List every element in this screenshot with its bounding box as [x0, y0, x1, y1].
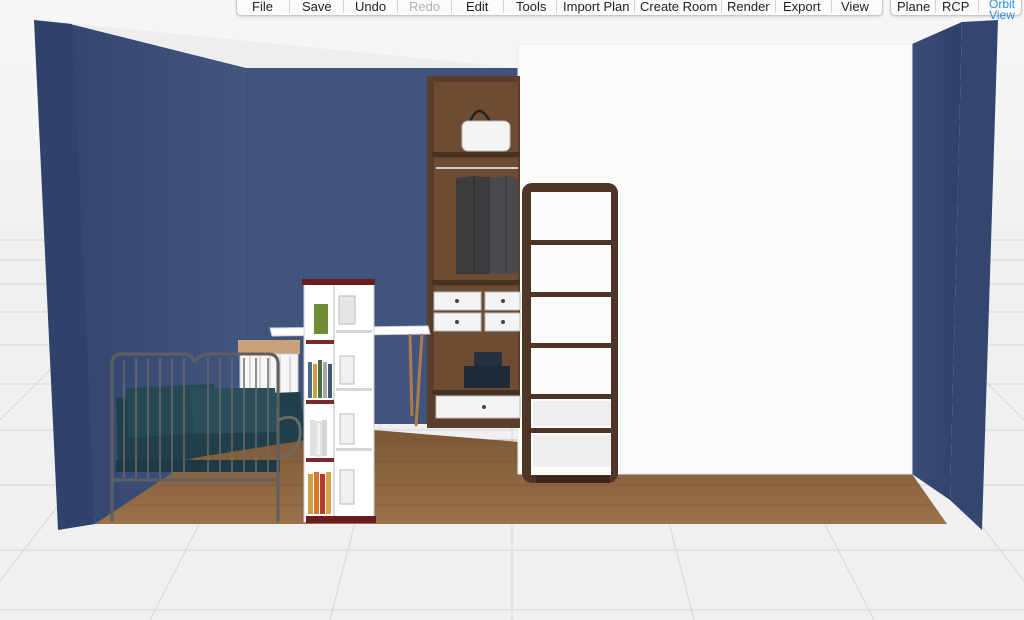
- toolbar-divider: [451, 0, 452, 13]
- toolbar-divider: [634, 0, 635, 13]
- save-button[interactable]: Save: [302, 0, 332, 14]
- export-button[interactable]: Export: [783, 0, 821, 14]
- render-button[interactable]: Render: [727, 0, 770, 14]
- main-toolbar: File Save Undo Redo Edit Tools Import Pl…: [236, 0, 883, 16]
- edit-menu[interactable]: Edit: [466, 0, 488, 14]
- viewbar-divider: [978, 0, 979, 13]
- view-menu[interactable]: View: [841, 0, 869, 14]
- toolbar-divider: [397, 0, 398, 13]
- file-menu[interactable]: File: [252, 0, 273, 14]
- hanging-coats: [456, 176, 518, 274]
- ladder-shelf[interactable]: [522, 183, 618, 483]
- toolbar-divider: [775, 0, 776, 13]
- toolbar-divider: [721, 0, 722, 13]
- redo-button[interactable]: Redo: [409, 0, 440, 14]
- tools-menu[interactable]: Tools: [516, 0, 546, 14]
- rcp-view-button[interactable]: RCP: [942, 0, 969, 14]
- toolbar-divider: [556, 0, 557, 13]
- toolbar-divider: [831, 0, 832, 13]
- orbit-view-button[interactable]: Orbit View: [985, 0, 1019, 21]
- room-3d-viewport[interactable]: [0, 0, 1024, 620]
- desk-chair[interactable]: [238, 340, 300, 395]
- import-plan-button[interactable]: Import Plan: [563, 0, 629, 14]
- plane-view-button[interactable]: Plane: [897, 0, 930, 14]
- view-mode-switcher: Plane RCP Orbit View: [890, 0, 1022, 21]
- viewbar-divider: [935, 0, 936, 13]
- toolbar-divider: [343, 0, 344, 13]
- toolbar-divider: [503, 0, 504, 13]
- toolbar-divider: [289, 0, 290, 13]
- undo-button[interactable]: Undo: [355, 0, 386, 14]
- create-room-button[interactable]: Create Room: [640, 0, 717, 14]
- rotating-bookshelf[interactable]: [302, 279, 376, 523]
